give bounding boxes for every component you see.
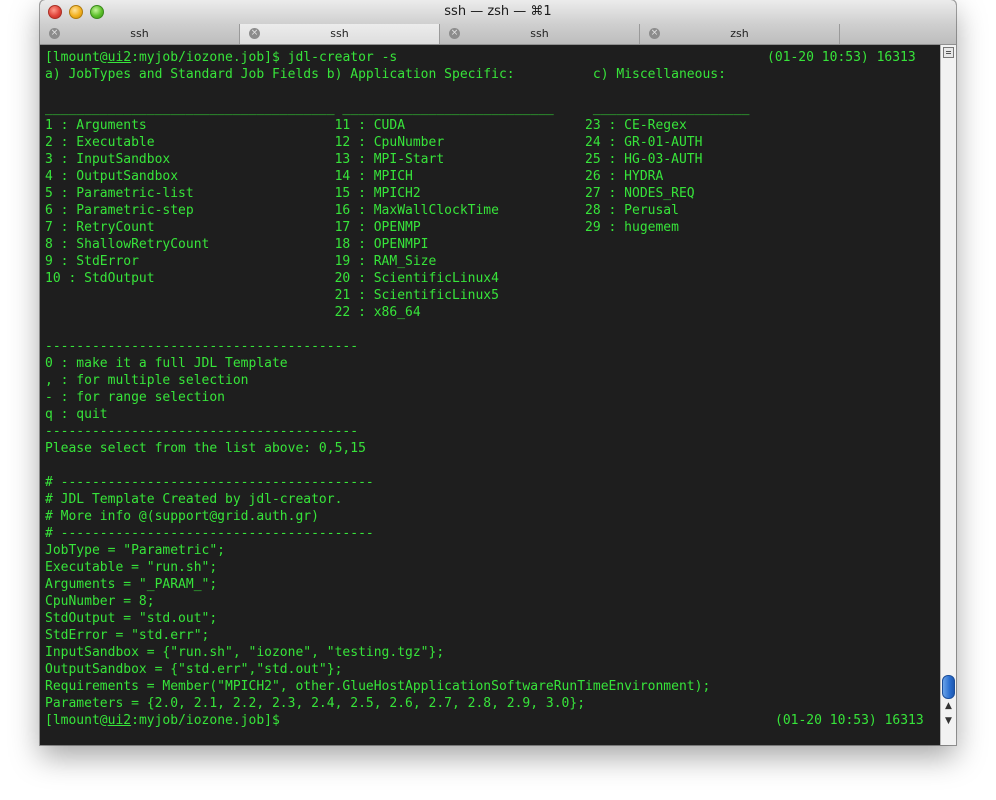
- scroll-up-arrow-icon[interactable]: ▲: [943, 701, 954, 715]
- output-line: 0 : make it a full JDL Template: [45, 356, 288, 371]
- tab-zsh[interactable]: × zsh: [640, 24, 840, 44]
- status-time: (01-20 10:53): [775, 713, 877, 728]
- output-line: a) JobTypes and Standard Job Fields b) A…: [45, 67, 726, 82]
- tab-label: ssh: [130, 27, 149, 40]
- output-line: 5 : Parametric-list 15 : MPICH2 27 : NOD…: [45, 186, 695, 201]
- prompt-user: lmount: [52, 50, 100, 65]
- output-line: q : quit: [45, 407, 108, 422]
- output-line: InputSandbox = {"run.sh", "iozone", "tes…: [45, 645, 445, 660]
- title-bar[interactable]: ssh — zsh — ⌘1: [40, 0, 956, 25]
- output-line: 4 : OutputSandbox 14 : MPICH 26 : HYDRA: [45, 169, 664, 184]
- output-line: CpuNumber = 8;: [45, 594, 155, 609]
- status-right-bottom: (01-20 10:53) 16313: [775, 712, 924, 729]
- tab-ssh-3[interactable]: × ssh: [440, 24, 640, 44]
- output-line: 21 : ScientificLinux5: [45, 288, 499, 303]
- output-line: 22 : x86_64: [45, 305, 421, 320]
- prompt-line-bottom[interactable]: [lmount@ui2:myjob/iozone.job]$: [45, 712, 280, 729]
- output-line: # --------------------------------------…: [45, 526, 374, 541]
- output-line: ----------------------------------------: [45, 424, 359, 439]
- output-line: 1 : Arguments 11 : CUDA 23 : CE-Regex: [45, 118, 687, 133]
- output-line: Requirements = Member("MPICH2", other.Gl…: [45, 679, 711, 694]
- output-line: , : for multiple selection: [45, 373, 249, 388]
- output-line: 10 : StdOutput 20 : ScientificLinux4: [45, 271, 499, 286]
- output-line: StdOutput = "std.out";: [45, 611, 218, 626]
- output-line: # --------------------------------------…: [45, 475, 374, 490]
- output-line: # More info @(support@grid.auth.gr): [45, 509, 319, 524]
- scroll-down-arrow-icon[interactable]: ▼: [943, 716, 954, 730]
- output-line: ----------------------------------------: [45, 339, 359, 354]
- terminal-window: ssh — zsh — ⌘1 × ssh × ssh × ssh × zsh […: [40, 0, 956, 745]
- output-line: OutputSandbox = {"std.err","std.out"};: [45, 662, 343, 677]
- output-line: 3 : InputSandbox 13 : MPI-Start 25 : HG-…: [45, 152, 703, 167]
- prompt-host: ui2: [107, 50, 132, 65]
- tab-ssh-1[interactable]: × ssh: [40, 24, 240, 44]
- tab-label: ssh: [530, 27, 549, 40]
- tab-bar: × ssh × ssh × ssh × zsh: [40, 24, 956, 45]
- output-line: Please select from the list above: 0,5,1…: [45, 441, 366, 456]
- output-line: # JDL Template Created by jdl-creator.: [45, 492, 343, 507]
- prompt-path: myjob/iozone.job: [138, 713, 265, 728]
- status-right-top: (01-20 10:53) 16313: [767, 49, 916, 66]
- output-line: Parameters = {2.0, 2.1, 2.2, 2.3, 2.4, 2…: [45, 696, 586, 711]
- status-time: (01-20 10:53): [767, 50, 869, 65]
- output-line: 8 : ShallowRetryCount 18 : OPENMPI: [45, 237, 429, 252]
- prompt-host: ui2: [107, 713, 132, 728]
- output-line: 7 : RetryCount 17 : OPENMP 29 : hugemem: [45, 220, 679, 235]
- output-line: 9 : StdError 19 : RAM_Size: [45, 254, 437, 269]
- window-title: ssh — zsh — ⌘1: [444, 4, 552, 19]
- output-line: StdError = "std.err";: [45, 628, 210, 643]
- tab-label: zsh: [730, 27, 749, 40]
- command-text: jdl-creator -s: [287, 50, 398, 65]
- output-line: 6 : Parametric-step 16 : MaxWallClockTim…: [45, 203, 679, 218]
- split-pane-icon[interactable]: [943, 47, 954, 58]
- output-line: JobType = "Parametric";: [45, 543, 226, 558]
- output-line: Arguments = "_PARAM_";: [45, 577, 218, 592]
- prompt-line-top: [lmount@ui2:myjob/iozone.job]$ jdl-creat…: [45, 50, 398, 65]
- output-line: 2 : Executable 12 : CpuNumber 24 : GR-01…: [45, 135, 703, 150]
- tab-ssh-2[interactable]: × ssh: [240, 24, 440, 44]
- tab-label: ssh: [330, 27, 349, 40]
- prompt-user: lmount: [52, 713, 100, 728]
- scrollbar-thumb[interactable]: [942, 675, 955, 699]
- prompt-path: myjob/iozone.job: [138, 50, 265, 65]
- output-line: - : for range selection: [45, 390, 226, 405]
- status-pid: 16313: [884, 713, 924, 728]
- terminal-output[interactable]: [lmount@ui2:myjob/iozone.job]$ jdl-creat…: [40, 45, 940, 745]
- output-line: _____________________________________ __…: [45, 101, 750, 116]
- output-line: Executable = "run.sh";: [45, 560, 218, 575]
- status-pid: 16313: [876, 50, 916, 65]
- scrollbar[interactable]: ▲ ▼: [940, 45, 956, 745]
